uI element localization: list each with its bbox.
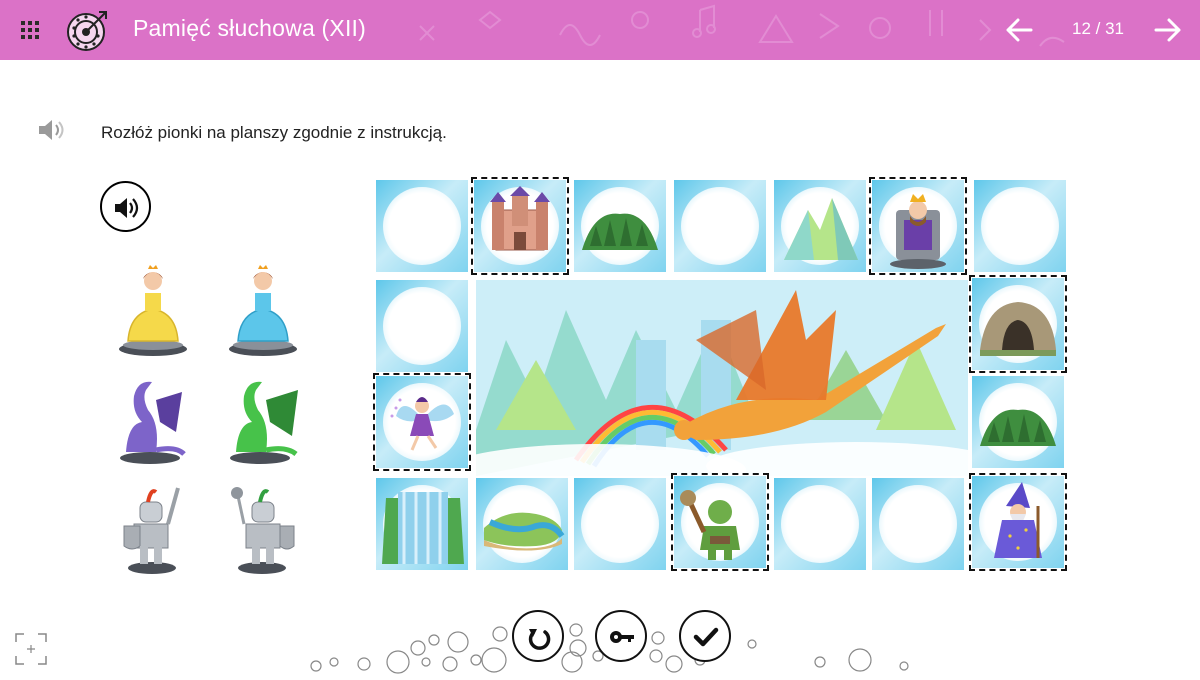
pawn-knight-sword[interactable] bbox=[112, 480, 194, 576]
knight-icon bbox=[123, 487, 180, 574]
show-answer-button[interactable] bbox=[595, 610, 647, 662]
waterfall-icon bbox=[382, 492, 464, 564]
dragon-icon bbox=[120, 381, 186, 464]
pawn-knight-mace[interactable] bbox=[222, 480, 304, 576]
board-cell-4[interactable] bbox=[674, 180, 766, 272]
knight-icon bbox=[231, 487, 295, 574]
king-icon bbox=[890, 194, 946, 269]
board-cell-1[interactable] bbox=[376, 180, 468, 272]
reset-button[interactable] bbox=[512, 610, 564, 662]
board-cell-forest-2[interactable] bbox=[972, 376, 1064, 468]
page-counter: 12 / 31 bbox=[1072, 19, 1124, 38]
fullscreen-button[interactable] bbox=[14, 632, 48, 666]
retry-icon bbox=[528, 629, 551, 650]
pawn-princess-yellow[interactable] bbox=[112, 263, 194, 359]
target-logo bbox=[66, 8, 110, 52]
play-audio-button[interactable] bbox=[100, 181, 151, 232]
dragon-landscape-illustration bbox=[476, 280, 968, 476]
troll-icon bbox=[680, 490, 740, 560]
board-cell-waterfall[interactable] bbox=[376, 478, 468, 570]
pawn-dragon-purple[interactable] bbox=[112, 372, 194, 468]
board-cell-wizard[interactable] bbox=[969, 473, 1067, 571]
key-icon bbox=[610, 631, 634, 643]
grid-icon bbox=[21, 21, 39, 39]
check-icon bbox=[693, 627, 719, 647]
arrow-right-icon bbox=[1154, 18, 1181, 42]
forest-icon bbox=[980, 409, 1056, 446]
board-cell-troll[interactable] bbox=[671, 473, 769, 571]
board-cell-14[interactable] bbox=[574, 478, 666, 570]
board-cell-8[interactable] bbox=[376, 280, 468, 372]
check-button[interactable] bbox=[679, 610, 731, 662]
board-cell-castle[interactable] bbox=[471, 177, 569, 275]
forest-icon bbox=[582, 213, 658, 250]
read-instruction-button[interactable] bbox=[36, 116, 66, 144]
board-cell-17[interactable] bbox=[872, 478, 964, 570]
board-cell-fairy[interactable] bbox=[373, 373, 471, 471]
dragon-icon bbox=[230, 381, 298, 464]
castle-icon bbox=[490, 186, 550, 251]
board-cell-forest[interactable] bbox=[574, 180, 666, 272]
next-button[interactable] bbox=[1154, 17, 1182, 43]
center-landscape-image bbox=[476, 280, 968, 476]
pawn-princess-blue[interactable] bbox=[222, 263, 304, 359]
wizard-icon bbox=[994, 482, 1042, 558]
play-audio-icon bbox=[115, 198, 139, 218]
board-cell-mountain[interactable] bbox=[774, 180, 866, 272]
board-cell-cave[interactable] bbox=[969, 275, 1067, 373]
menu-grid-button[interactable] bbox=[20, 20, 40, 40]
page-title: Pamięć słuchowa (XII) bbox=[133, 15, 366, 41]
board-cell-16[interactable] bbox=[774, 478, 866, 570]
arrow-left-icon bbox=[1006, 18, 1033, 42]
cave-icon bbox=[980, 302, 1056, 356]
fairy-icon bbox=[390, 397, 454, 451]
board-cell-river[interactable] bbox=[476, 478, 568, 570]
instruction-text: Rozłóż pionki na planszy zgodnie z instr… bbox=[101, 123, 447, 142]
mountain-icon bbox=[784, 198, 858, 260]
previous-button[interactable] bbox=[1005, 17, 1033, 43]
princess-icon bbox=[229, 265, 297, 356]
board-cell-7[interactable] bbox=[974, 180, 1066, 272]
game-board bbox=[373, 177, 1068, 578]
top-bar: Pamięć słuchowa (XII) 12 / 31 bbox=[0, 0, 1200, 60]
pawn-dragon-green[interactable] bbox=[222, 372, 304, 468]
fullscreen-icon bbox=[15, 633, 47, 665]
river-icon bbox=[484, 512, 565, 551]
speaker-icon bbox=[39, 120, 64, 140]
board-cell-king[interactable] bbox=[869, 177, 967, 275]
target-icon bbox=[67, 11, 107, 51]
princess-icon bbox=[119, 265, 187, 356]
